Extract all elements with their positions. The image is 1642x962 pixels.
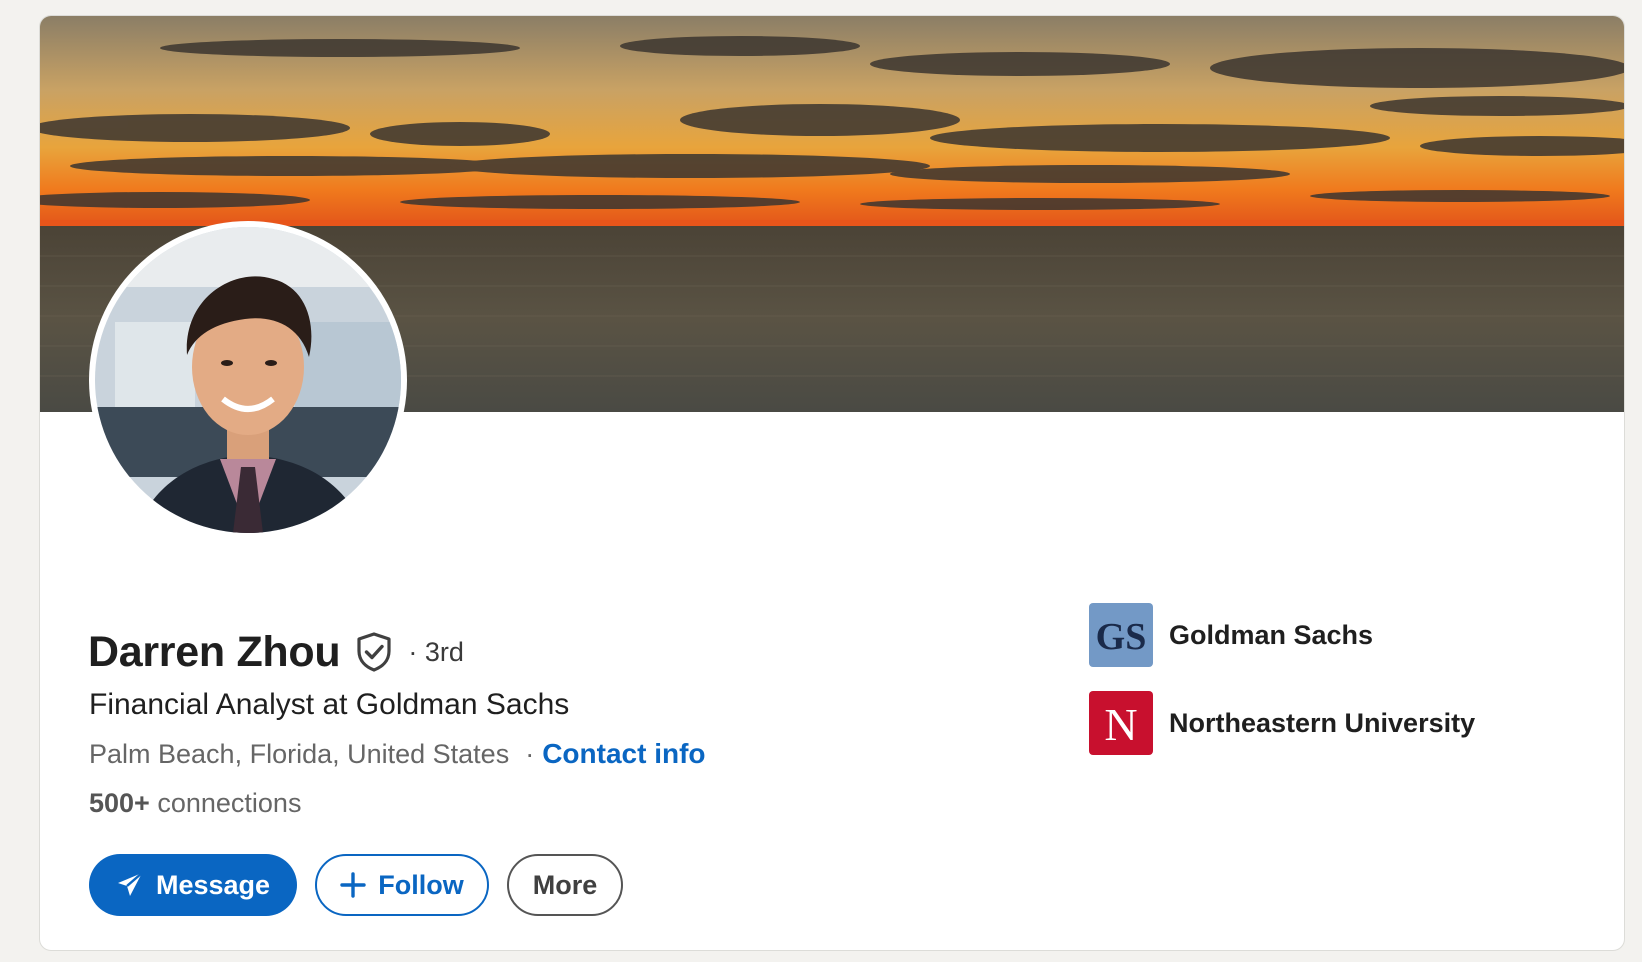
profile-card: Darren Zhou · 3rd Financial Analyst at G… — [39, 15, 1625, 951]
profile-location: Palm Beach, Florida, United States — [89, 738, 510, 769]
connection-degree: · 3rd — [408, 636, 464, 667]
org-name-northeastern: Northeastern University — [1169, 707, 1476, 738]
plus-icon — [340, 872, 366, 898]
name-row: Darren Zhou · 3rd — [88, 624, 464, 680]
org-education[interactable]: N Northeastern University — [1089, 691, 1475, 755]
profile-name: Darren Zhou — [88, 627, 341, 676]
org-name-goldman: Goldman Sachs — [1169, 619, 1374, 650]
follow-button[interactable]: Follow — [315, 854, 489, 916]
contact-info-link[interactable]: Contact info — [542, 738, 705, 770]
goldman-sachs-logo: GS — [1089, 603, 1153, 667]
northeastern-logo: N — [1089, 691, 1153, 755]
paper-plane-icon — [116, 871, 144, 899]
message-button-label: Message — [155, 869, 271, 900]
gs-logo-text: GS — [1096, 616, 1147, 658]
separator-dot: · — [525, 738, 535, 769]
org-current-company[interactable]: GS Goldman Sachs — [1089, 603, 1475, 667]
connections-label: connections — [157, 788, 302, 818]
profile-actions: Message Follow More — [89, 854, 623, 916]
profile-organizations: GS Goldman Sachs N Northeastern Universi… — [1089, 603, 1475, 779]
follow-button-label: Follow — [378, 869, 464, 900]
connections-count[interactable]: 500+ connections — [89, 788, 301, 819]
profile-headline: Financial Analyst at Goldman Sachs — [89, 688, 570, 721]
more-button[interactable]: More — [507, 854, 623, 916]
n-logo-text: N — [1104, 699, 1137, 750]
shield-check-icon[interactable] — [354, 631, 394, 673]
message-button[interactable]: Message — [89, 854, 297, 916]
location-row: Palm Beach, Florida, United States · Con… — [89, 738, 706, 770]
connections-number: 500+ — [89, 788, 150, 818]
profile-photo[interactable] — [89, 221, 407, 539]
